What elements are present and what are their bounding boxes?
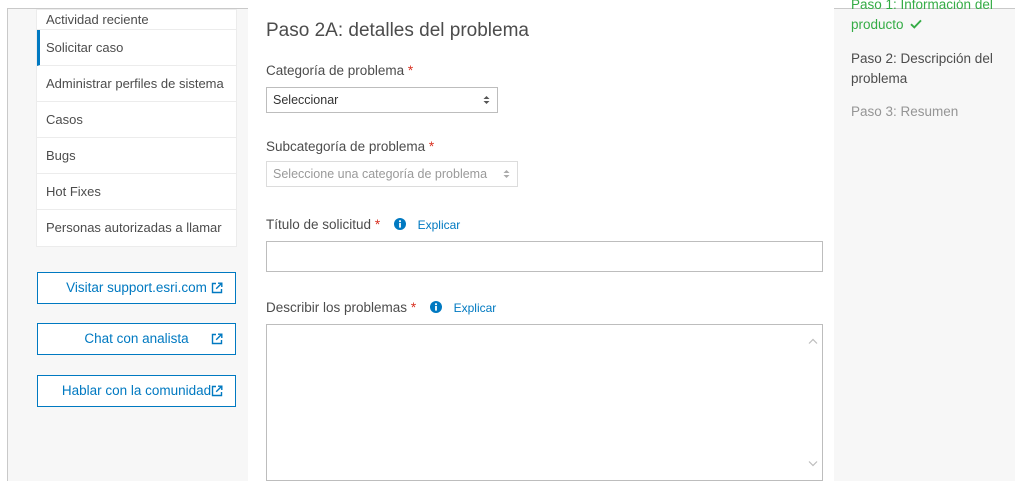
page-title: Paso 2A: detalles del problema	[266, 20, 529, 41]
describe-textarea[interactable]	[266, 324, 823, 481]
chat-analyst-label: Chat con analista	[84, 331, 189, 346]
subcategory-select-value: Seleccione una categoría de problema	[273, 167, 488, 181]
step-1[interactable]: Paso 1: Información del producto	[851, 0, 1011, 35]
sidebar-item-solicitar-caso[interactable]: Solicitar caso	[37, 30, 236, 66]
request-title-label-text: Título de solicitud	[266, 217, 372, 232]
subcategory-label: Subcategoría de problema *	[266, 139, 434, 154]
problem-details-form: Paso 2A: detalles del problema Categoría…	[248, 8, 834, 481]
describe-label-text: Describir los problemas	[266, 300, 408, 315]
explain-link[interactable]: Explicar	[418, 218, 461, 232]
community-label: Hablar con la comunidad	[61, 383, 212, 398]
step-1-label: producto	[851, 17, 904, 32]
step-2-line-1: Paso 2: Descripción del	[851, 51, 993, 66]
sidebar-item-personas-autorizadas[interactable]: Personas autorizadas a llamar	[37, 210, 236, 246]
visit-support-label: Visitar support.esri.com	[66, 280, 207, 295]
visit-support-button[interactable]: Visitar support.esri.com	[37, 272, 236, 304]
sidebar-item-administrar-perfiles[interactable]: Administrar perfiles de sistema	[37, 66, 236, 102]
request-title-label: Título de solicitud * Explicar	[266, 217, 460, 232]
sidebar: Actividad reciente Solicitar caso Admini…	[36, 9, 237, 407]
scroll-up-icon[interactable]	[808, 337, 818, 345]
step-2-line-2: problema	[851, 71, 908, 86]
step-1-line-1: Paso 1: Información del	[851, 0, 993, 12]
required-mark: *	[407, 63, 414, 78]
scroll-down-icon[interactable]	[808, 460, 818, 468]
community-button[interactable]: Hablar con la comunidad	[37, 375, 236, 407]
describe-label: Describir los problemas * Explicar	[266, 300, 496, 315]
required-mark: *	[374, 217, 381, 232]
sidebar-item-hot-fixes[interactable]: Hot Fixes	[37, 174, 236, 210]
request-title-input[interactable]	[266, 241, 823, 272]
required-mark: *	[410, 300, 417, 315]
checkmark-icon	[910, 19, 922, 29]
step-3: Paso 3: Resumen	[851, 102, 1011, 122]
step-1-line-2: producto	[851, 15, 1011, 35]
required-mark: *	[428, 139, 435, 154]
external-link-icon	[211, 385, 223, 397]
info-icon[interactable]	[429, 301, 442, 313]
info-icon[interactable]	[393, 218, 406, 230]
category-label: Categoría de problema *	[266, 63, 413, 78]
category-label-text: Categoría de problema	[266, 63, 405, 78]
subcategory-select[interactable]: Seleccione una categoría de problema	[266, 161, 518, 187]
category-select[interactable]: Seleccionar	[266, 87, 498, 113]
step-2[interactable]: Paso 2: Descripción del problema	[851, 49, 1011, 89]
sidebar-item-actividad-reciente[interactable]: Actividad reciente	[37, 10, 236, 30]
category-select-value: Seleccionar	[273, 93, 339, 107]
chat-analyst-button[interactable]: Chat con analista	[37, 323, 236, 355]
sidebar-item-bugs[interactable]: Bugs	[37, 138, 236, 174]
select-arrows-icon	[503, 162, 510, 186]
external-link-icon	[211, 333, 223, 345]
explain-link[interactable]: Explicar	[454, 301, 497, 315]
step-3-label: Paso 3: Resumen	[851, 104, 959, 119]
sidebar-item-casos[interactable]: Casos	[37, 102, 236, 138]
subcategory-label-text: Subcategoría de problema	[266, 139, 426, 154]
external-link-icon	[211, 282, 223, 294]
select-arrows-icon	[483, 88, 490, 112]
sidebar-nav: Actividad reciente Solicitar caso Admini…	[36, 9, 237, 247]
